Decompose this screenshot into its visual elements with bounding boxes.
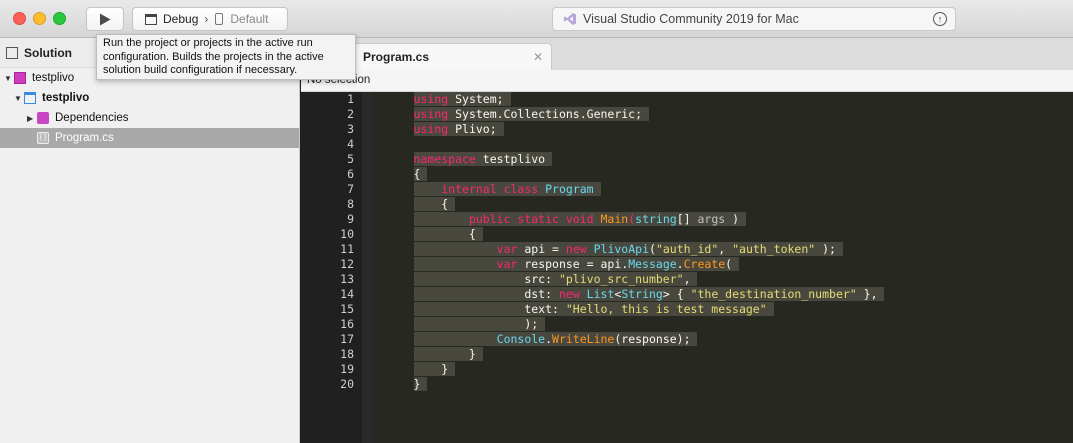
line-number: 16 (340, 317, 354, 331)
tree-item-label: testplivo (42, 92, 90, 104)
solution-pad-title: Solution (24, 45, 72, 60)
visual-studio-icon (564, 13, 576, 25)
upload-status-icon[interactable]: ↑ (933, 12, 947, 26)
dependencies-icon (37, 112, 49, 124)
line-number: 1 (347, 92, 354, 106)
tree-item-label: Dependencies (55, 112, 129, 124)
code-editor[interactable]: using System; using System.Collections.G… (372, 92, 1073, 443)
configuration-icon (145, 13, 157, 25)
line-number: 6 (347, 167, 354, 181)
code-line: Console.WriteLine(response); (372, 332, 1073, 347)
play-icon (100, 13, 111, 25)
tree-item-label: testplivo (32, 72, 75, 84)
line-number: 20 (340, 377, 354, 391)
configuration-selector[interactable]: Debug › Default (132, 7, 288, 31)
chevron-right-icon: › (204, 12, 209, 26)
configuration-label: Debug (163, 12, 199, 26)
line-number: 11 (340, 242, 354, 256)
line-number: 19 (340, 362, 354, 376)
code-line: using Plivo; (372, 122, 1073, 137)
line-number: 10 (340, 227, 354, 241)
disclosure-right-icon[interactable]: ▶ (27, 114, 37, 123)
line-number: 15 (340, 302, 354, 316)
solution-pad: Solution ▼ testplivo ▼ testplivo ▶ Depen… (0, 38, 300, 443)
window-close-button[interactable] (13, 12, 26, 25)
status-text: Visual Studio Community 2019 for Mac (583, 12, 799, 26)
code-line: dst: new List<String> { "the_destination… (372, 287, 1073, 302)
code-line: text: "Hello, this is test message" (372, 302, 1073, 317)
line-number: 2 (347, 107, 354, 121)
code-line: var response = api.Message.Create( (372, 257, 1073, 272)
code-line: ); (372, 317, 1073, 332)
code-line: } (372, 347, 1073, 362)
csharp-file-icon: { } (37, 132, 49, 144)
window-minimize-button[interactable] (33, 12, 46, 25)
line-number: 14 (340, 287, 354, 301)
tree-item-project[interactable]: ▼ testplivo (0, 88, 299, 108)
project-icon (24, 92, 36, 104)
solution-icon (14, 72, 26, 84)
tab-label: Program.cs (363, 50, 430, 64)
code-line: } (372, 377, 1073, 392)
line-number: 5 (347, 152, 354, 166)
run-button[interactable] (86, 7, 124, 31)
close-icon[interactable]: ✕ (533, 50, 543, 64)
line-number: 17 (340, 332, 354, 346)
fold-margin[interactable] (362, 92, 372, 443)
code-line: { (372, 227, 1073, 242)
device-icon (215, 13, 224, 25)
run-button-tooltip: Run the project or projects in the activ… (96, 34, 356, 80)
code-line: public static void Main(string[] args ) (372, 212, 1073, 227)
disclosure-down-icon[interactable]: ▼ (4, 74, 14, 83)
line-number: 8 (347, 197, 354, 211)
tab-program-cs[interactable]: Program.cs ✕ (354, 43, 552, 70)
line-number: 18 (340, 347, 354, 361)
line-number: 9 (347, 212, 354, 226)
title-bar: Debug › Default Visual Studio Community … (0, 0, 1073, 38)
window-maximize-button[interactable] (53, 12, 66, 25)
path-bar[interactable]: No selection (301, 70, 1073, 92)
line-number: 7 (347, 182, 354, 196)
line-number: 4 (347, 137, 354, 151)
line-number: 3 (347, 122, 354, 136)
tree-item-program-cs[interactable]: { } Program.cs (0, 128, 299, 148)
tooltip-text: Run the project or projects in the activ… (103, 37, 324, 76)
code-line: { (372, 197, 1073, 212)
editor-tab-bar: Program.cs ✕ (301, 38, 1073, 70)
code-line: using System.Collections.Generic; (372, 107, 1073, 122)
tree-item-label: Program.cs (55, 132, 114, 144)
tree-item-dependencies[interactable]: ▶ Dependencies (0, 108, 299, 128)
line-number: 13 (340, 272, 354, 286)
panel-icon (6, 46, 18, 59)
line-number: 12 (340, 257, 354, 271)
code-line: using System; (372, 92, 1073, 107)
code-line: internal class Program (372, 182, 1073, 197)
code-line: src: "plivo_src_number", (372, 272, 1073, 287)
code-line: } (372, 362, 1073, 377)
device-label: Default (230, 12, 269, 26)
disclosure-down-icon[interactable]: ▼ (14, 94, 24, 103)
code-line: var api = new PlivoApi("auth_id", "auth_… (372, 242, 1073, 257)
code-line: namespace testplivo (372, 152, 1073, 167)
status-bar[interactable]: Visual Studio Community 2019 for Mac ↑ (552, 7, 956, 31)
line-number-gutter: 1 2 3 4 5 6 7 8 9 10 11 12 13 14 15 16 17 18 19 20 (301, 92, 362, 443)
code-line: { (372, 167, 1073, 182)
